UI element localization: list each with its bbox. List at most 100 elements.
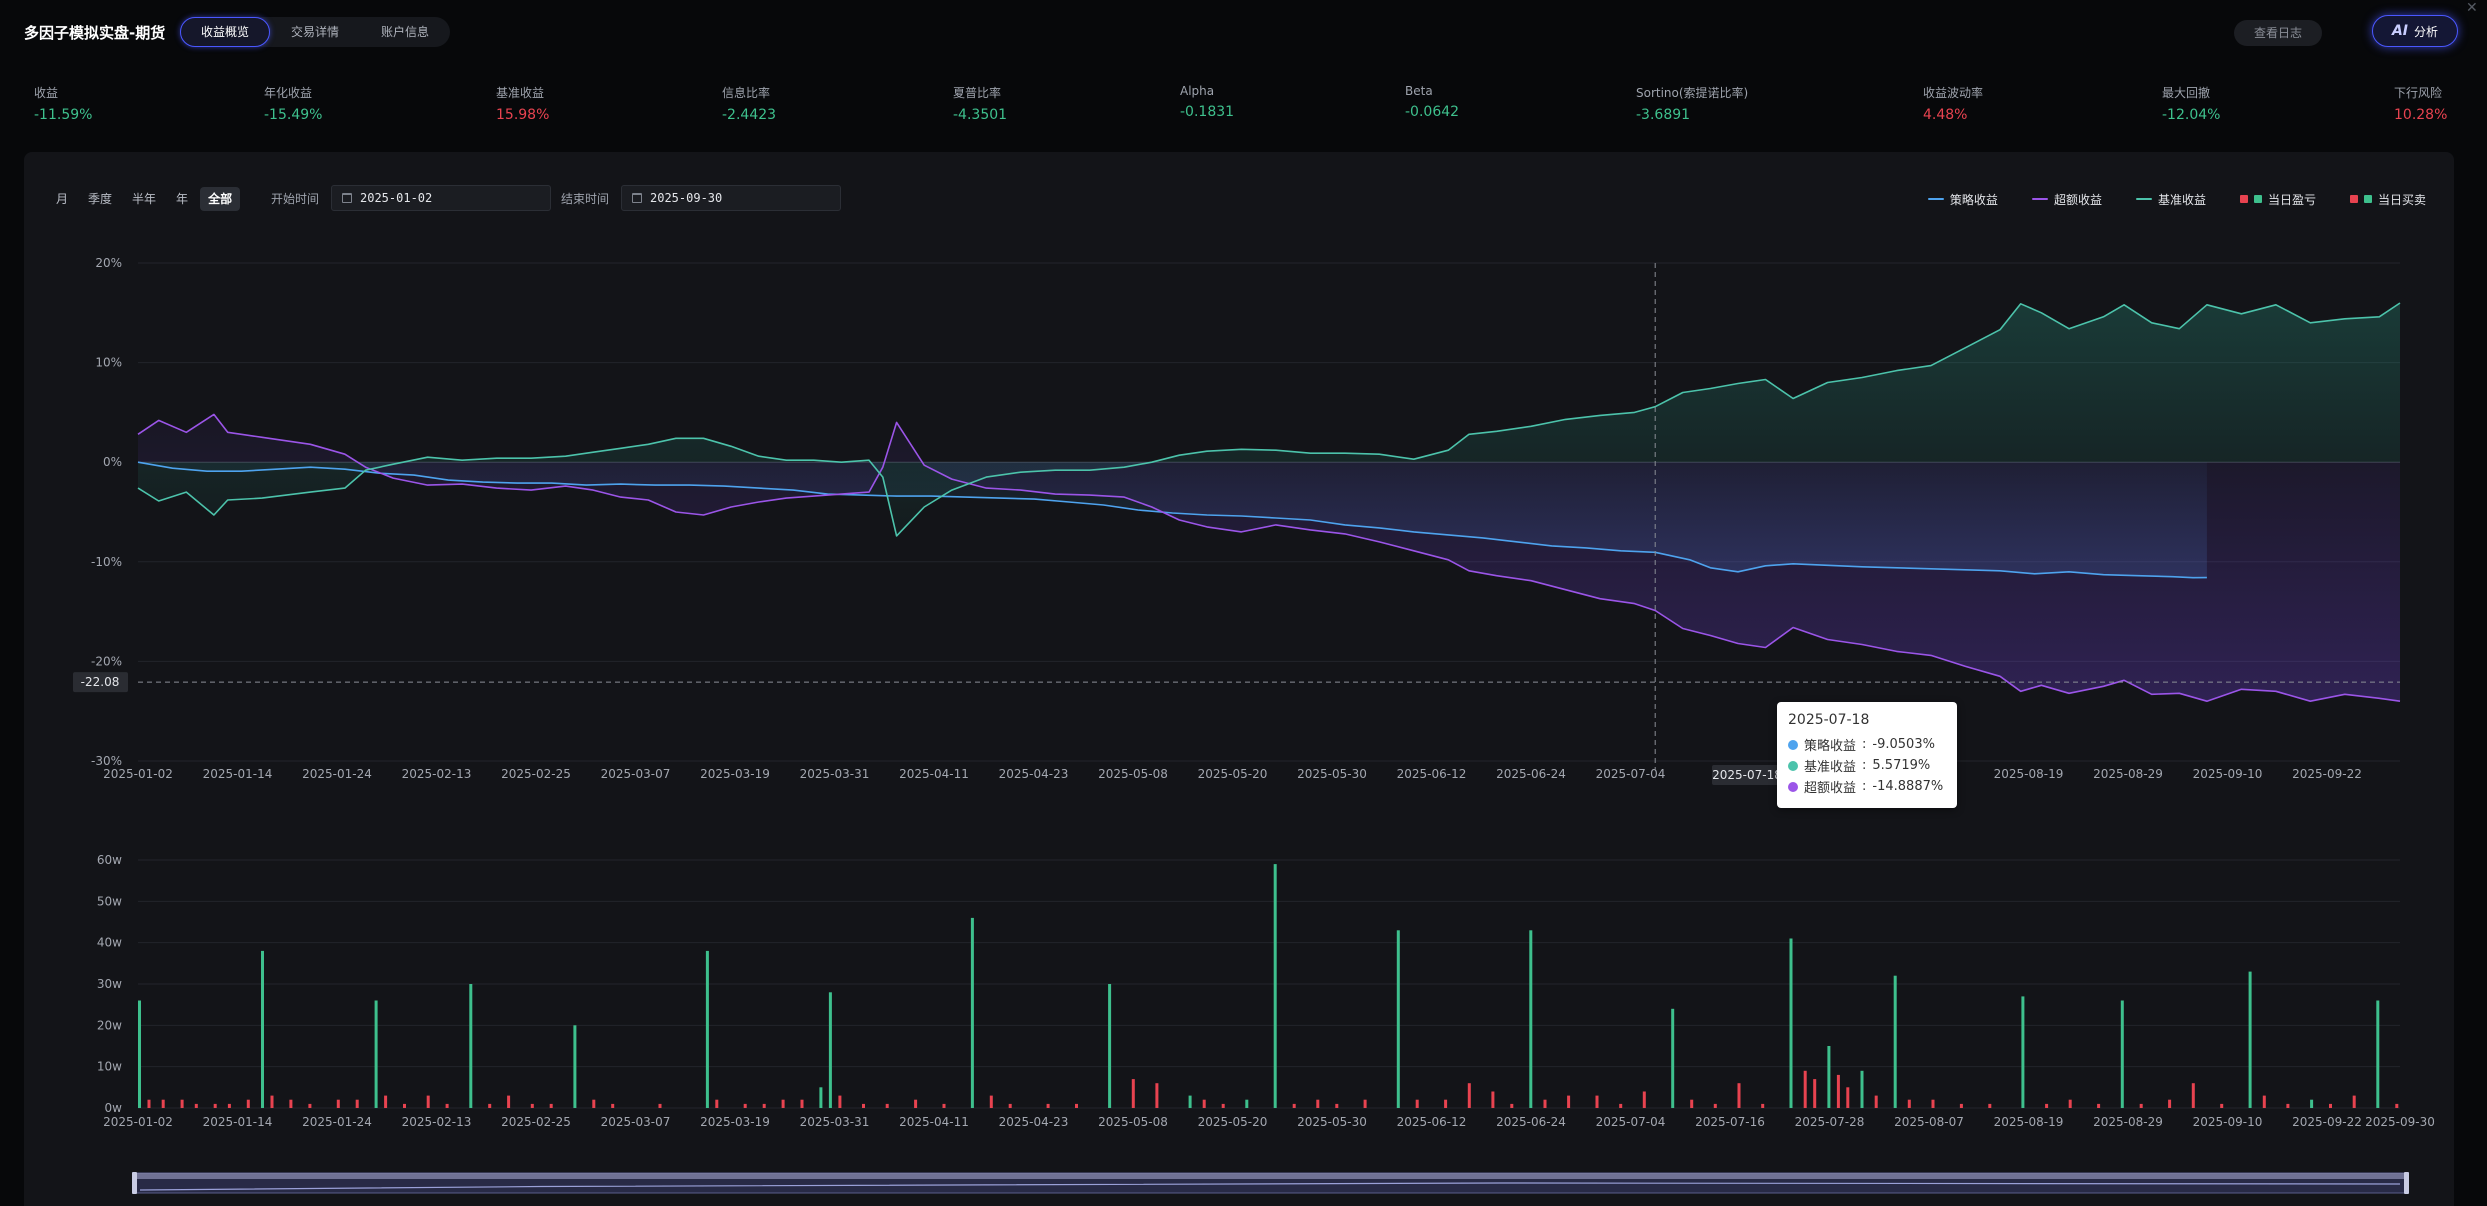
bar-x-tick-label: 2025-01-02 <box>103 1115 173 1129</box>
bar <box>885 1103 889 1108</box>
bar-x-tick-label: 2025-04-23 <box>999 1115 1069 1129</box>
bar <box>1245 1099 1249 1108</box>
bar <box>658 1103 662 1108</box>
y-tick-label: -20% <box>91 654 122 668</box>
x-tick-label: 2025-08-29 <box>2093 767 2163 781</box>
bar <box>2045 1103 2049 1108</box>
bar <box>1008 1103 1012 1108</box>
bar-x-tick-label: 2025-04-11 <box>899 1115 969 1129</box>
bar-y-tick-label: 0w <box>105 1101 123 1115</box>
x-tick-label: 2025-05-30 <box>1297 767 1367 781</box>
x-tick-label: 2025-06-24 <box>1496 767 1566 781</box>
bar <box>715 1099 719 1108</box>
bar <box>1396 930 1400 1108</box>
bar <box>1543 1099 1547 1108</box>
tooltip-separator: : <box>1862 779 1867 794</box>
bar-x-tick-label: 2025-01-14 <box>203 1115 273 1129</box>
bar <box>1642 1091 1646 1108</box>
tooltip-dot <box>1788 739 1798 750</box>
tooltip-date: 2025-07-18 <box>1788 712 1870 728</box>
bar <box>1202 1099 1206 1108</box>
x-tick-label: 2025-03-07 <box>601 767 671 781</box>
tooltip-series-value: 5.5719% <box>1872 758 1931 773</box>
tooltip-dot <box>1788 760 1798 771</box>
bar <box>2191 1083 2195 1108</box>
bar <box>2310 1099 2314 1108</box>
bar <box>800 1099 804 1108</box>
bar <box>862 1103 865 1108</box>
bar-y-tick-label: 40w <box>97 936 122 950</box>
bar <box>1959 1103 1963 1108</box>
bar-x-tick-label: 2025-03-19 <box>700 1115 770 1129</box>
x-tick-label: 2025-09-22 <box>2292 767 2362 781</box>
tooltip-series-name: 基准收益 <box>1804 760 1857 775</box>
bar <box>1444 1099 1448 1108</box>
bar-x-tick-label: 2025-07-16 <box>1695 1115 1765 1129</box>
bar <box>2120 1000 2124 1108</box>
zoom-handle-left[interactable] <box>132 1172 137 1194</box>
bar <box>1046 1103 1050 1108</box>
x-tick-label: 2025-03-19 <box>700 767 770 781</box>
bar <box>213 1103 217 1108</box>
bar <box>2248 971 2252 1108</box>
bar <box>180 1099 184 1108</box>
bar-x-tick-label: 2025-07-04 <box>1596 1115 1666 1129</box>
bar <box>989 1095 993 1108</box>
bar-x-tick-label: 2025-01-24 <box>302 1115 372 1129</box>
bar <box>1075 1103 1078 1108</box>
bar <box>1510 1103 1514 1108</box>
bar <box>838 1095 842 1108</box>
y-tick-label: 0% <box>103 455 122 469</box>
bar <box>488 1103 492 1108</box>
bar <box>1363 1099 1367 1108</box>
app-root: 多因子模拟实盘-期货 收益概览 交易详情 账户信息 查看日志 AI 分析 ✕ 收… <box>0 0 2487 1206</box>
bar <box>549 1103 553 1108</box>
bar <box>2139 1103 2143 1108</box>
x-tick-label: 2025-08-19 <box>1994 767 2064 781</box>
chart-tooltip: 2025-07-18 策略收益: -9.0503% 基准收益:5.5719% 超额收益… <box>1777 702 1957 808</box>
zoom-handle-right[interactable] <box>2404 1172 2409 1194</box>
bar <box>705 950 709 1108</box>
bar <box>530 1103 534 1108</box>
bar <box>161 1099 165 1108</box>
bar <box>270 1095 274 1108</box>
x-tick-label: 2025-01-14 <box>203 767 273 781</box>
bar <box>573 1025 577 1108</box>
bar <box>1836 1074 1840 1108</box>
bar <box>1273 864 1277 1108</box>
bar <box>1108 984 1112 1108</box>
x-tick-label: 2025-06-12 <box>1397 767 1467 781</box>
bar <box>469 984 473 1108</box>
bar <box>1803 1070 1807 1108</box>
bar-y-tick-label: 10w <box>97 1060 122 1074</box>
bar <box>2021 996 2025 1108</box>
bar <box>2352 1095 2356 1108</box>
bar <box>743 1103 747 1108</box>
crosshair-x-label: 2025-07-18 <box>1712 768 1782 782</box>
bar <box>2376 1000 2380 1108</box>
bar <box>1567 1095 1571 1108</box>
tooltip-row: 策略收益: -9.0503% <box>1788 734 1946 755</box>
x-tick-label: 2025-05-20 <box>1198 767 1268 781</box>
bar <box>1188 1095 1192 1108</box>
bar <box>1467 1083 1471 1108</box>
bar-x-tick-label: 2025-02-25 <box>501 1115 571 1129</box>
bar <box>384 1095 388 1108</box>
bar <box>147 1099 151 1108</box>
tooltip-separator: : <box>1862 737 1867 752</box>
bar <box>2286 1103 2290 1108</box>
bar <box>1789 938 1793 1108</box>
bar-x-tick-label: 2025-02-13 <box>402 1115 472 1129</box>
bar <box>1671 1008 1675 1108</box>
bar-y-tick-label: 20w <box>97 1018 122 1032</box>
bar <box>592 1099 596 1108</box>
bar <box>374 1000 378 1108</box>
bar <box>2097 1103 2101 1108</box>
bar <box>828 992 832 1108</box>
tooltip-dot <box>1788 781 1798 792</box>
bar <box>1761 1103 1765 1108</box>
bar <box>507 1095 511 1108</box>
bar <box>1292 1103 1296 1108</box>
bar-y-tick-label: 60w <box>97 853 122 867</box>
bar-x-tick-label: 2025-08-07 <box>1894 1115 1964 1129</box>
